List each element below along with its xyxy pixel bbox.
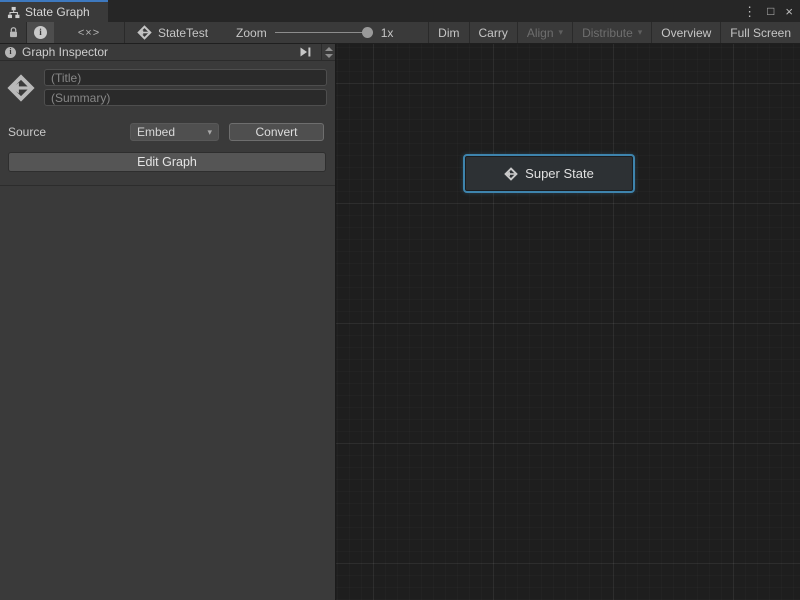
fullscreen-label: Full Screen — [730, 26, 791, 40]
edit-graph-label: Edit Graph — [137, 155, 197, 169]
graph-toolbar: i <×> StateTest Zoom 1x Dim Carry Align … — [0, 22, 800, 44]
zoom-slider-handle[interactable] — [362, 27, 373, 38]
tab-title: State Graph — [25, 5, 90, 19]
state-icon — [504, 167, 518, 181]
code-view-toggle-button[interactable]: <×> — [54, 22, 124, 43]
distribute-dropdown-button[interactable]: Distribute ▾ — [573, 22, 651, 43]
inspector-toggle-button[interactable]: i — [27, 22, 54, 43]
edit-graph-button[interactable]: Edit Graph — [8, 152, 326, 172]
inspector-divider — [0, 185, 335, 186]
fullscreen-button[interactable]: Full Screen — [721, 22, 800, 43]
zoom-slider[interactable] — [275, 22, 373, 44]
graph-meta-section — [0, 61, 335, 106]
chevron-down-icon: ▾ — [638, 27, 643, 38]
dock-panel-icon — [299, 46, 312, 58]
info-icon: i — [5, 47, 16, 58]
zoom-label: Zoom — [236, 26, 267, 40]
dim-label: Dim — [438, 26, 459, 40]
maximize-icon[interactable]: □ — [767, 5, 774, 17]
unity-state-graph-window: { "window": { "tab": { "title": "State G… — [0, 0, 800, 600]
panel-scroll-arrows — [321, 44, 335, 61]
scroll-down-icon[interactable] — [325, 54, 333, 58]
graph-meta-fields — [44, 69, 327, 106]
graph-canvas[interactable]: Super State — [336, 44, 800, 600]
source-label: Source — [8, 125, 130, 139]
source-row: Source Embed ▾ Convert — [8, 123, 326, 141]
zoom-value: 1x — [381, 26, 394, 40]
super-state-node[interactable]: Super State — [463, 154, 635, 193]
convert-button[interactable]: Convert — [229, 123, 324, 141]
zoom-control: Zoom 1x — [218, 22, 403, 43]
graph-title-input[interactable] — [44, 69, 327, 86]
lock-icon — [8, 26, 19, 39]
graph-name-label: StateTest — [158, 26, 208, 40]
overview-label: Overview — [661, 26, 711, 40]
window-controls: ⋮ □ × — [743, 0, 793, 22]
dock-panel-button[interactable] — [296, 46, 315, 58]
overview-button[interactable]: Overview — [652, 22, 720, 43]
graph-inspector-header: i Graph Inspector — [0, 44, 335, 61]
distribute-label: Distribute — [582, 26, 633, 40]
scroll-up-icon[interactable] — [325, 47, 333, 51]
close-icon[interactable]: × — [785, 5, 793, 18]
chevron-down-icon: ▾ — [559, 27, 564, 38]
zoom-slider-track — [275, 32, 373, 33]
chevron-down-icon: ▾ — [207, 127, 212, 138]
state-graph-tab-icon — [7, 6, 20, 19]
title-bar: State Graph ⋮ □ × — [0, 0, 800, 22]
tab-state-graph[interactable]: State Graph — [0, 0, 108, 22]
carry-label: Carry — [479, 26, 508, 40]
source-dropdown[interactable]: Embed ▾ — [130, 123, 219, 141]
carry-button[interactable]: Carry — [470, 22, 517, 43]
convert-label: Convert — [255, 125, 297, 139]
edit-graph-row: Edit Graph — [8, 152, 326, 172]
graph-inspector-title: Graph Inspector — [22, 45, 108, 59]
graph-breadcrumb[interactable]: StateTest — [125, 22, 218, 43]
align-label: Align — [527, 26, 554, 40]
source-dropdown-value: Embed — [137, 125, 175, 139]
code-view-icon: <×> — [78, 27, 100, 39]
window-menu-icon[interactable]: ⋮ — [743, 5, 756, 18]
graph-summary-input[interactable] — [44, 89, 327, 106]
toolbar-spacer — [403, 22, 428, 43]
graph-inspector-panel: i Graph Inspector Source — [0, 44, 335, 600]
info-icon: i — [34, 26, 47, 39]
lock-button[interactable] — [0, 22, 26, 43]
state-node-label: Super State — [525, 166, 594, 181]
dim-button[interactable]: Dim — [429, 22, 468, 43]
state-graph-icon — [137, 25, 152, 40]
state-graph-icon — [6, 69, 36, 106]
align-dropdown-button[interactable]: Align ▾ — [518, 22, 572, 43]
